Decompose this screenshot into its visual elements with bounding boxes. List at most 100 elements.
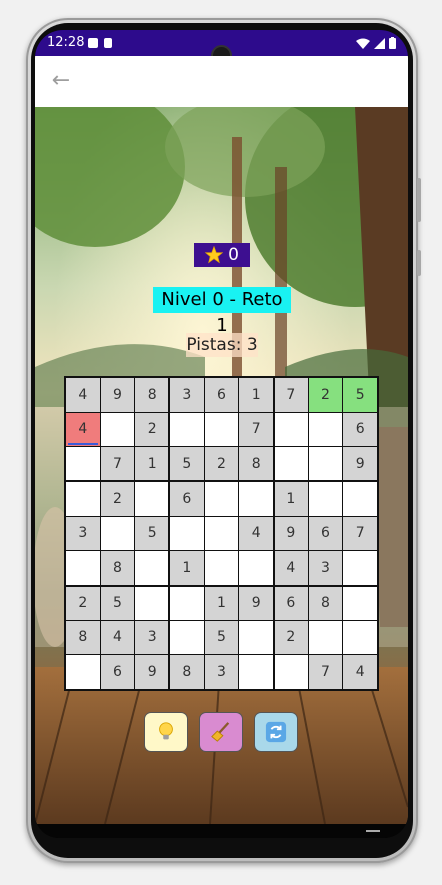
sudoku-cell-r5c6[interactable]: 4 — [239, 516, 273, 551]
sudoku-cell-r1c3[interactable]: 8 — [135, 378, 169, 412]
sudoku-cell-r3c5[interactable]: 2 — [204, 447, 239, 481]
sudoku-cell-r4c1[interactable] — [66, 482, 100, 516]
sudoku-cell-r9c3[interactable]: 9 — [135, 655, 169, 689]
sudoku-cell-r3c8[interactable] — [308, 447, 343, 481]
sudoku-cell-r6c1[interactable] — [66, 551, 100, 585]
sudoku-cell-r6c7[interactable]: 4 — [274, 551, 308, 585]
sudoku-cell-r9c6[interactable] — [239, 655, 273, 689]
erase-button[interactable] — [199, 712, 243, 752]
sudoku-cell-r8c3[interactable]: 3 — [135, 620, 169, 655]
sudoku-cell-r7c6[interactable]: 9 — [239, 586, 273, 620]
sudoku-cell-r1c6[interactable]: 1 — [239, 378, 273, 412]
sudoku-cell-r1c1[interactable]: 4 — [66, 378, 100, 412]
sudoku-cell-r8c6[interactable] — [239, 620, 273, 655]
sudoku-cell-r1c2[interactable]: 9 — [100, 378, 135, 412]
sudoku-cell-r6c6[interactable] — [239, 551, 273, 585]
sudoku-cell-r2c5[interactable] — [204, 412, 239, 447]
sudoku-cell-r2c6[interactable]: 7 — [239, 412, 273, 447]
sudoku-cell-r8c5[interactable]: 5 — [204, 620, 239, 655]
sudoku-cell-r6c8[interactable]: 3 — [308, 551, 343, 585]
sudoku-cell-r2c9[interactable]: 6 — [343, 412, 377, 447]
sudoku-cell-r4c3[interactable] — [135, 482, 169, 516]
sudoku-cell-r5c4[interactable] — [170, 516, 204, 551]
sudoku-cell-r5c5[interactable] — [204, 516, 239, 551]
sudoku-cell-r2c7[interactable] — [274, 412, 308, 447]
sudoku-cell-r4c4[interactable]: 6 — [170, 482, 204, 516]
sudoku-cell-r8c4[interactable] — [170, 620, 204, 655]
sudoku-cell-r3c6[interactable]: 8 — [239, 447, 273, 481]
sudoku-cell-r3c9[interactable]: 9 — [343, 447, 377, 481]
sudoku-cell-r8c8[interactable] — [308, 620, 343, 655]
sudoku-cell-r4c6[interactable] — [239, 482, 273, 516]
sudoku-cell-r2c8[interactable] — [308, 412, 343, 447]
box-divider — [64, 585, 379, 587]
sudoku-cell-r6c9[interactable] — [343, 551, 377, 585]
sudoku-cell-r9c7[interactable] — [274, 655, 308, 689]
sudoku-cell-r4c9[interactable] — [343, 482, 377, 516]
sudoku-cell-r7c7[interactable]: 6 — [274, 586, 308, 620]
sudoku-cell-r2c1[interactable]: 4 — [66, 412, 100, 447]
nav-handle[interactable] — [366, 830, 380, 832]
arrow-back-icon[interactable]: ← — [49, 69, 73, 93]
sudoku-cell-r2c2[interactable] — [100, 412, 135, 447]
sudoku-cell-r9c9[interactable]: 4 — [343, 655, 377, 689]
sudoku-cell-r6c4[interactable]: 1 — [170, 551, 204, 585]
sudoku-cell-r7c1[interactable]: 2 — [66, 586, 100, 620]
sudoku-cell-r5c8[interactable]: 6 — [308, 516, 343, 551]
app-toolbar: ← — [35, 56, 408, 107]
refresh-icon — [265, 721, 287, 743]
sudoku-cell-r6c5[interactable] — [204, 551, 239, 585]
battery-icon — [389, 37, 396, 49]
box-divider — [64, 480, 379, 482]
sudoku-cell-r4c5[interactable] — [204, 482, 239, 516]
sudoku-cell-r9c4[interactable]: 8 — [170, 655, 204, 689]
sudoku-cell-r8c1[interactable]: 8 — [66, 620, 100, 655]
sudoku-cell-r8c9[interactable] — [343, 620, 377, 655]
sudoku-cell-r3c2[interactable]: 7 — [100, 447, 135, 481]
box-divider — [273, 376, 275, 691]
sudoku-cell-r2c3[interactable]: 2 — [135, 412, 169, 447]
sudoku-cell-r9c1[interactable] — [66, 655, 100, 689]
sudoku-cell-r4c7[interactable]: 1 — [274, 482, 308, 516]
sudoku-cell-r7c2[interactable]: 5 — [100, 586, 135, 620]
sudoku-cell-r6c3[interactable] — [135, 551, 169, 585]
notification-icons — [88, 38, 112, 48]
sudoku-cell-r5c7[interactable]: 9 — [274, 516, 308, 551]
sudoku-cell-r7c9[interactable] — [343, 586, 377, 620]
sudoku-cell-r6c2[interactable]: 8 — [100, 551, 135, 585]
sudoku-cell-r7c4[interactable] — [170, 586, 204, 620]
restart-button[interactable] — [254, 712, 298, 752]
broom-icon — [211, 722, 230, 742]
sudoku-cell-r5c9[interactable]: 7 — [343, 516, 377, 551]
sudoku-cell-r3c4[interactable]: 5 — [170, 447, 204, 481]
sudoku-cell-r7c3[interactable] — [135, 586, 169, 620]
sudoku-cell-r5c3[interactable]: 5 — [135, 516, 169, 551]
sudoku-cell-r7c5[interactable]: 1 — [204, 586, 239, 620]
sudoku-cell-r1c7[interactable]: 7 — [274, 378, 308, 412]
sudoku-cell-r1c4[interactable]: 3 — [170, 378, 204, 412]
sudoku-cell-r9c2[interactable]: 6 — [100, 655, 135, 689]
sudoku-cell-r8c2[interactable]: 4 — [100, 620, 135, 655]
sudoku-cell-r3c7[interactable] — [274, 447, 308, 481]
sudoku-cell-r9c8[interactable]: 7 — [308, 655, 343, 689]
sudoku-cell-r9c5[interactable]: 3 — [204, 655, 239, 689]
sudoku-cell-r5c2[interactable] — [100, 516, 135, 551]
sudoku-cell-r7c8[interactable]: 8 — [308, 586, 343, 620]
sudoku-cell-r1c8[interactable]: 2 — [308, 378, 343, 412]
sudoku-cell-r5c1[interactable]: 3 — [66, 516, 100, 551]
notification-a-icon — [88, 38, 98, 48]
sudoku-cell-r3c1[interactable] — [66, 447, 100, 481]
level-label: Nivel 0 - Reto 1 — [153, 287, 291, 336]
wifi-icon — [356, 38, 370, 49]
system-icons — [356, 37, 396, 49]
sudoku-cell-r3c3[interactable]: 1 — [135, 447, 169, 481]
lightbulb-icon — [159, 722, 173, 740]
sudoku-cell-r4c8[interactable] — [308, 482, 343, 516]
sudoku-cell-r8c7[interactable]: 2 — [274, 620, 308, 655]
status-time: 12:28 — [47, 35, 85, 50]
sudoku-cell-r1c9[interactable]: 5 — [343, 378, 377, 412]
hint-button[interactable] — [144, 712, 188, 752]
sudoku-cell-r1c5[interactable]: 6 — [204, 378, 239, 412]
sudoku-cell-r2c4[interactable] — [170, 412, 204, 447]
sudoku-cell-r4c2[interactable]: 2 — [100, 482, 135, 516]
